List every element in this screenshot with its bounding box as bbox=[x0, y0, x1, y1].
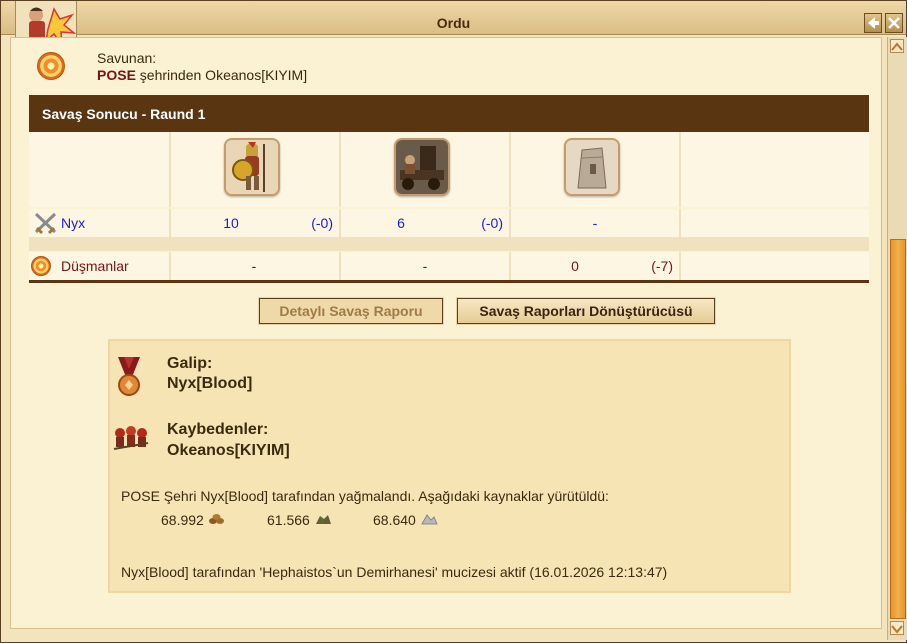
scroll-thumb[interactable] bbox=[890, 239, 906, 619]
resource-wood: 68.992 bbox=[161, 512, 226, 528]
unit-loss: (-0) bbox=[481, 215, 503, 231]
resource-stone: 61.566 bbox=[267, 512, 332, 528]
column-divider bbox=[339, 132, 341, 207]
close-button[interactable] bbox=[885, 13, 903, 33]
resource-amount: 68.992 bbox=[161, 512, 204, 528]
hoplite-icon[interactable] bbox=[224, 138, 280, 196]
defender-row: Düşmanlar - - 0 (-7) bbox=[29, 252, 869, 280]
close-icon bbox=[888, 17, 900, 29]
defender-city-link[interactable]: POSE bbox=[97, 67, 136, 83]
unit-count: 0 bbox=[571, 258, 579, 274]
resource-silver: 68.640 bbox=[373, 512, 438, 528]
detailed-report-button[interactable]: Detaylı Savaş Raporu bbox=[258, 297, 444, 325]
unit-count: 10 bbox=[223, 215, 239, 231]
losers-name[interactable]: Okeanos[KIYIM] bbox=[167, 442, 290, 460]
enemy-icon bbox=[31, 256, 51, 276]
unit-loss: (-7) bbox=[651, 258, 673, 274]
column-divider bbox=[509, 252, 511, 280]
defender-text: şehrinden Okeanos[KIYIM] bbox=[139, 67, 308, 83]
unit-count: 6 bbox=[397, 215, 405, 231]
column-divider bbox=[169, 252, 171, 280]
column-divider bbox=[509, 209, 511, 237]
vertical-scrollbar[interactable] bbox=[887, 37, 907, 640]
report-converter-button[interactable]: Savaş Raporları Dönüştürücüsü bbox=[456, 297, 716, 325]
unit-count: - bbox=[422, 258, 428, 274]
stone-icon bbox=[315, 515, 331, 524]
plunder-text: POSE Şehri Nyx[Blood] tarafından yağmala… bbox=[121, 488, 609, 504]
medal-icon bbox=[118, 357, 140, 396]
army-window: Ordu Savunan: POSE şehrinden Okeanos[KIY… bbox=[0, 0, 907, 643]
table-bottom-rule bbox=[29, 280, 869, 283]
wonder-text: Nyx[Blood] tarafından 'Hephaistos`un Dem… bbox=[121, 564, 668, 580]
defender-row-name: Düşmanlar bbox=[61, 258, 129, 274]
chevron-up-icon bbox=[891, 42, 903, 51]
chevron-down-icon bbox=[891, 625, 903, 634]
battle-outcome-box: Galip: Nyx[Blood] Kaybedenler: Okeanos[K… bbox=[108, 339, 791, 593]
losers-label: Kaybedenler: bbox=[167, 421, 269, 438]
window-titlebar[interactable]: Ordu bbox=[1, 1, 906, 35]
unit-count: - bbox=[592, 215, 598, 231]
unit-header-row bbox=[29, 132, 869, 207]
column-divider bbox=[169, 209, 171, 237]
column-divider bbox=[169, 132, 171, 207]
column-divider bbox=[679, 252, 681, 280]
attacker-name-link[interactable]: Nyx bbox=[61, 215, 85, 231]
column-divider bbox=[509, 132, 511, 207]
silver-icon bbox=[421, 514, 438, 525]
column-divider bbox=[679, 209, 681, 237]
defender-icon bbox=[37, 52, 65, 80]
tower-icon[interactable] bbox=[564, 138, 620, 196]
unit-loss: (-0) bbox=[311, 215, 333, 231]
winner-label: Galip: bbox=[167, 355, 213, 372]
resource-amount: 68.640 bbox=[373, 512, 416, 528]
battle-result-banner: Savaş Sonucu - Raund 1 bbox=[29, 95, 869, 132]
back-button[interactable] bbox=[864, 13, 882, 33]
defender-label: Savunan: bbox=[97, 50, 157, 66]
battle-result-title: Savaş Sonucu - Raund 1 bbox=[42, 106, 206, 122]
column-divider bbox=[679, 132, 681, 207]
defender-line: POSE şehrinden Okeanos[KIYIM] bbox=[97, 67, 307, 83]
window-title: Ordu bbox=[436, 15, 471, 31]
arrow-left-icon bbox=[868, 17, 879, 29]
crossed-swords-icon bbox=[34, 212, 57, 235]
column-divider bbox=[339, 209, 341, 237]
fallen-soldiers-icon bbox=[113, 426, 149, 450]
attacker-row: Nyx 10 (-0) 6 (-0) - bbox=[29, 209, 869, 237]
wood-icon bbox=[208, 514, 224, 524]
catapult-icon[interactable] bbox=[394, 138, 450, 196]
scroll-up-button[interactable] bbox=[890, 39, 904, 53]
report-content: Savunan: POSE şehrinden Okeanos[KIYIM] S… bbox=[10, 37, 882, 629]
column-divider bbox=[339, 252, 341, 280]
scroll-down-button[interactable] bbox=[890, 621, 904, 635]
winner-name[interactable]: Nyx[Blood] bbox=[167, 375, 252, 393]
resource-amount: 61.566 bbox=[267, 512, 310, 528]
row-separator bbox=[29, 237, 869, 251]
unit-count: - bbox=[251, 258, 257, 274]
